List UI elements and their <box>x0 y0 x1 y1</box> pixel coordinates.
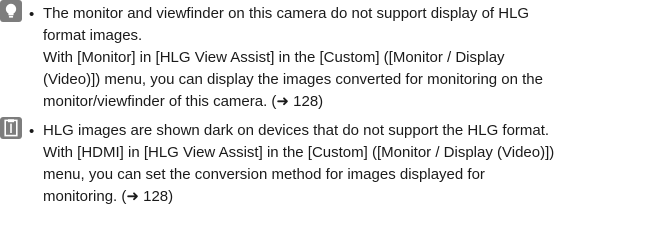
memo-icon <box>0 117 22 139</box>
text-line: monitor/viewfinder of this camera. (➜ 12… <box>43 93 324 110</box>
text-line: With [HDMI] in [HLG View Assist] in the … <box>43 144 555 161</box>
tip-text: The monitor and viewfinder on this camer… <box>43 3 643 113</box>
lightbulb-icon <box>0 0 22 22</box>
text-line: monitoring. (➜ 128) <box>43 188 174 205</box>
text-line: (Video)]) menu, you can display the imag… <box>43 71 543 88</box>
text-line: format images. <box>43 27 143 44</box>
bullet-point: • <box>29 123 35 140</box>
text-line: The monitor and viewfinder on this camer… <box>43 5 530 22</box>
text-line: With [Monitor] in [HLG View Assist] in t… <box>43 49 505 66</box>
tip-note: • The monitor and viewfinder on this cam… <box>0 0 649 112</box>
text-line: HLG images are shown dark on devices tha… <box>43 122 550 139</box>
text-line: menu, you can set the conversion method … <box>43 166 485 183</box>
bullet-point: • <box>29 6 35 23</box>
memo-note: • HLG images are shown dark on devices t… <box>0 117 649 235</box>
memo-text: HLG images are shown dark on devices tha… <box>43 120 643 208</box>
